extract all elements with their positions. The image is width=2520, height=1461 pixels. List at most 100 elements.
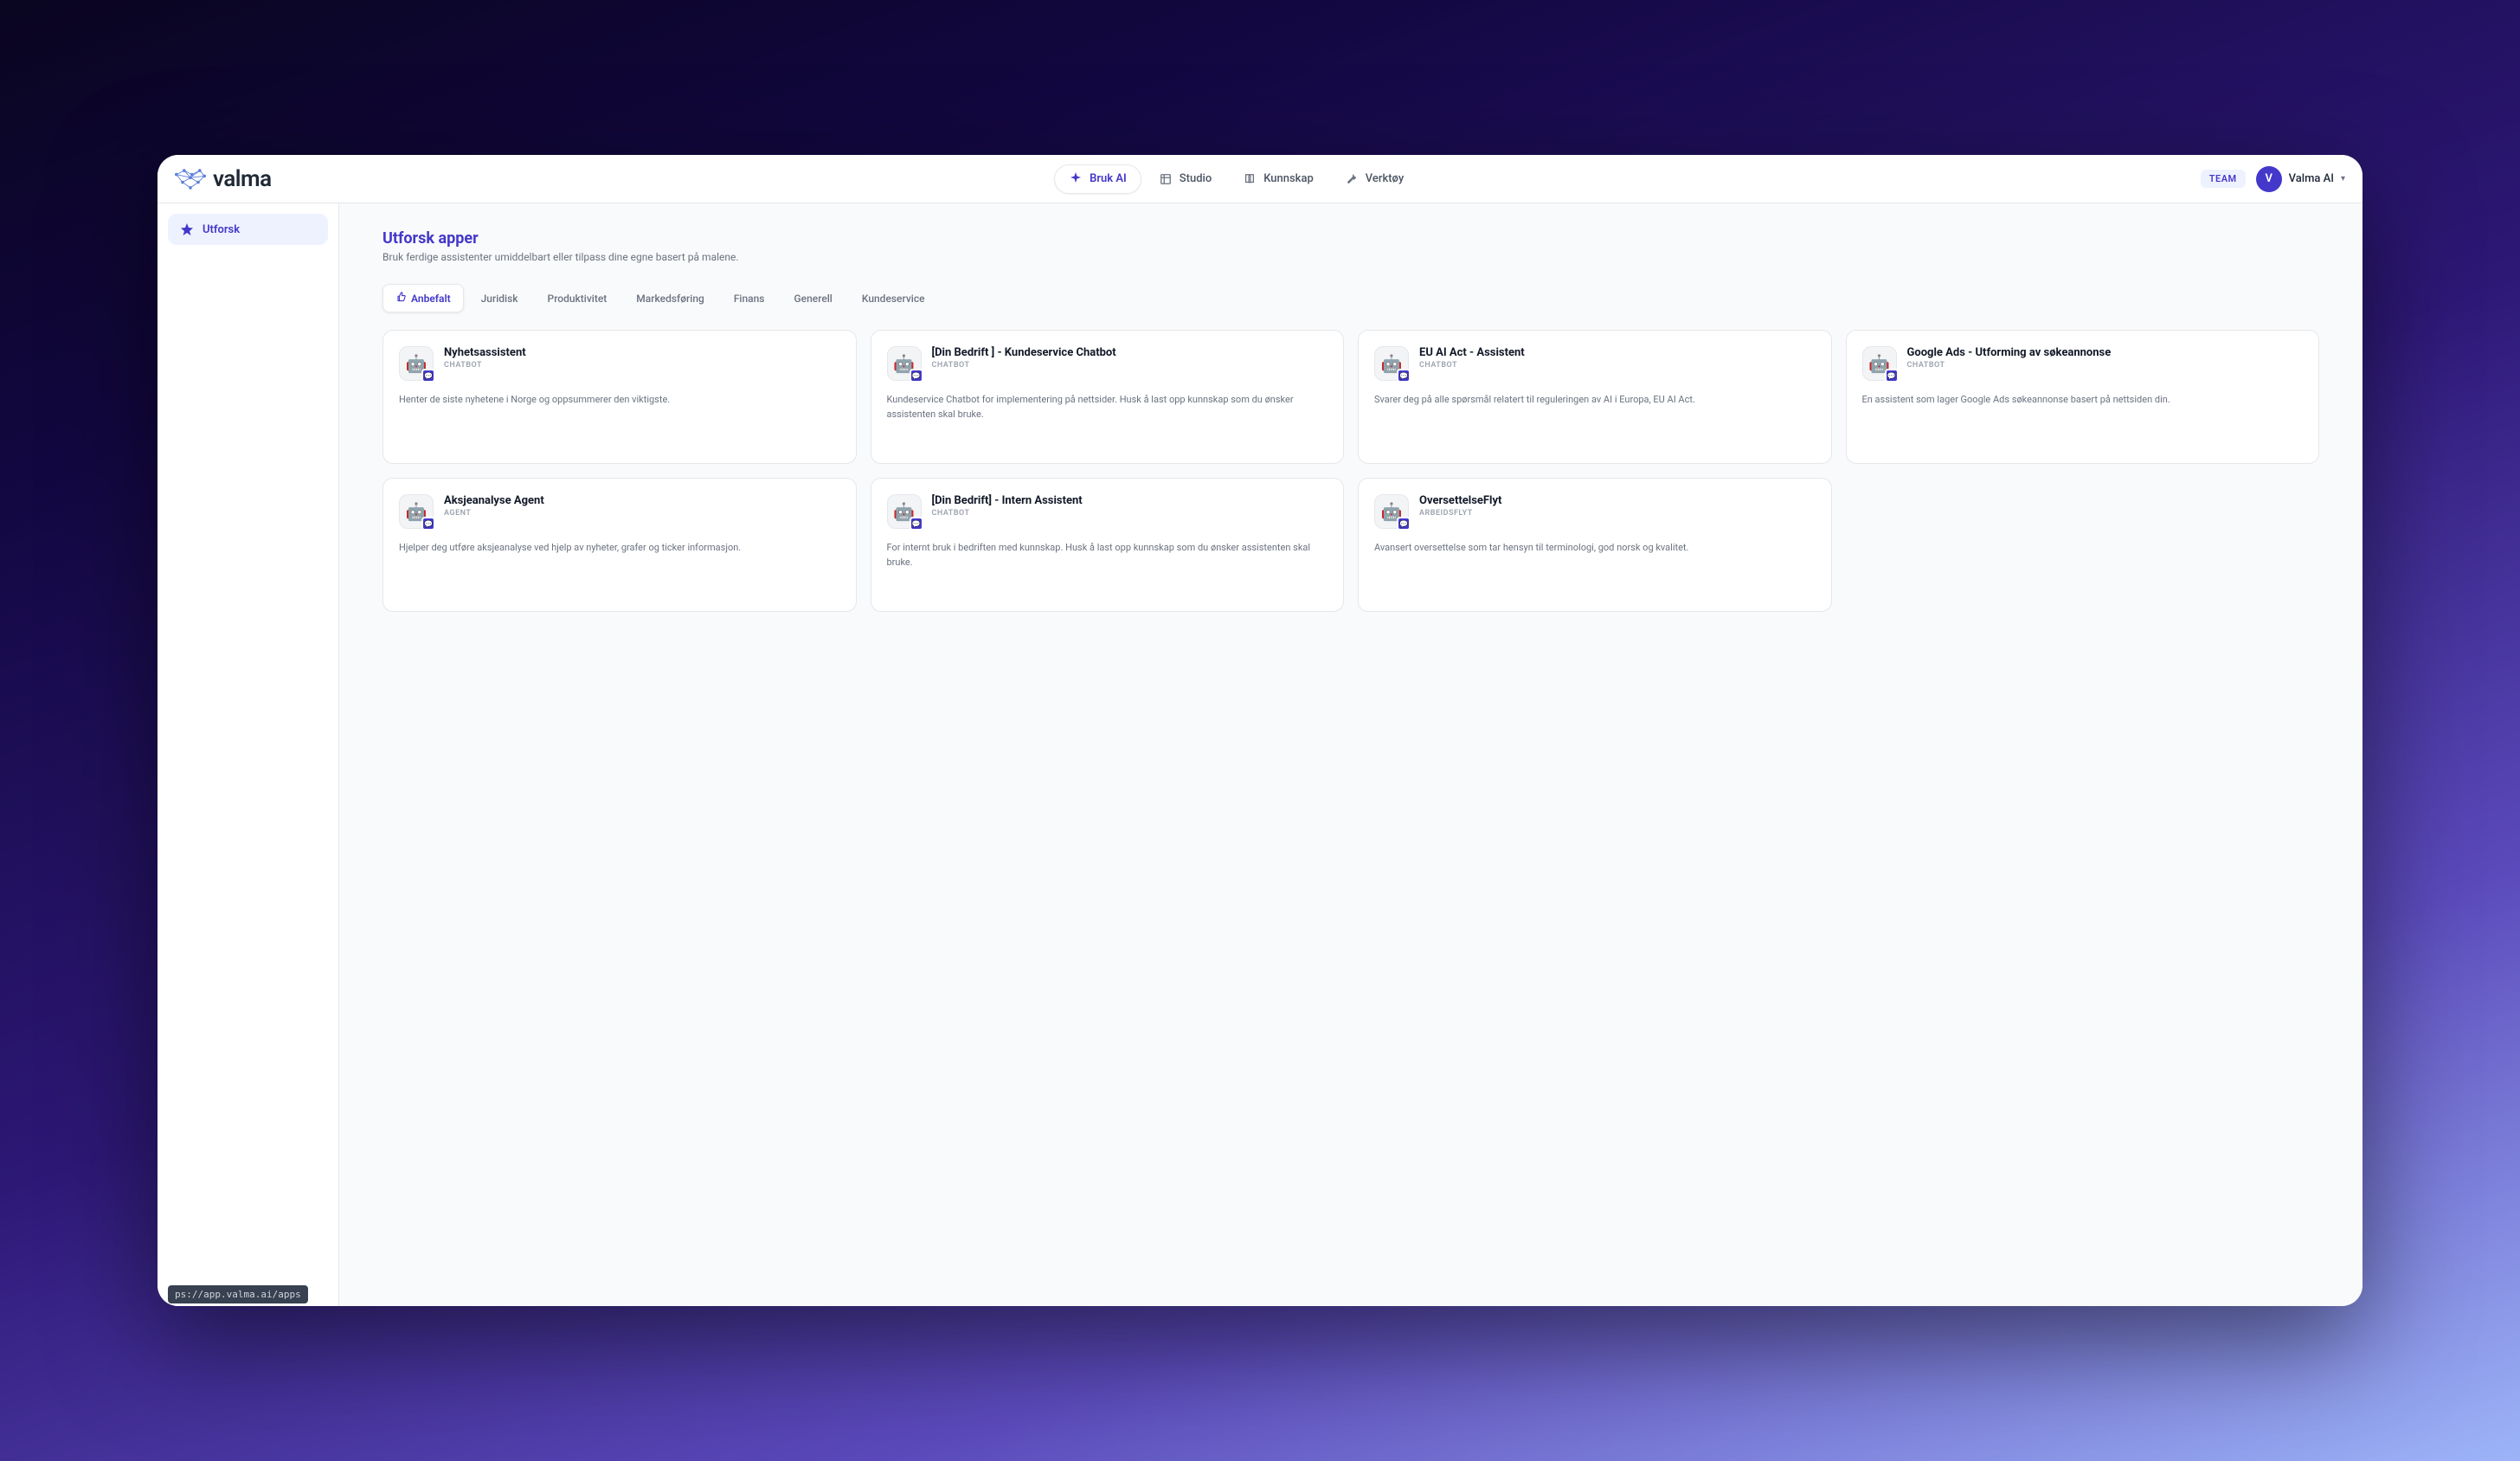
app-card[interactable]: 🤖 💬 [Din Bedrift] - Intern Assistent CHA… xyxy=(871,478,1345,612)
card-type: CHATBOT xyxy=(932,509,1328,518)
card-title: [Din Bedrift] - Intern Assistent xyxy=(932,494,1328,507)
card-titles: OversettelseFlyt ARBEIDSFLYT xyxy=(1419,494,1816,518)
card-title: [Din Bedrift ] - Kundeservice Chatbot xyxy=(932,346,1328,359)
filter-tab-kundeservice[interactable]: Kundeservice xyxy=(850,284,937,312)
sidebar: Utforsk xyxy=(158,203,339,1306)
chat-badge-icon: 💬 xyxy=(1397,517,1411,531)
book-icon xyxy=(1243,172,1257,186)
filter-label: Anbefalt xyxy=(411,293,451,305)
filter-tab-anbefalt[interactable]: Anbefalt xyxy=(382,284,464,312)
filter-tab-produktivitet[interactable]: Produktivitet xyxy=(536,284,620,312)
chat-badge-icon: 💬 xyxy=(910,517,923,531)
compass-icon xyxy=(180,222,194,236)
thumbs-up-icon xyxy=(395,292,406,305)
filter-tab-markedsforing[interactable]: Markedsføring xyxy=(624,284,717,312)
card-type: CHATBOT xyxy=(1419,361,1816,370)
card-head: 🤖 💬 Aksjeanalyse Agent AGENT xyxy=(399,494,840,529)
robot-icon: 🤖 💬 xyxy=(1862,346,1897,381)
robot-icon: 🤖 💬 xyxy=(1374,346,1409,381)
card-head: 🤖 💬 [Din Bedrift ] - Kundeservice Chatbo… xyxy=(887,346,1328,381)
sparkle-icon xyxy=(1069,172,1083,186)
user-menu[interactable]: V Valma AI ▾ xyxy=(2256,166,2345,192)
card-type: CHATBOT xyxy=(444,361,840,370)
app-grid: 🤖 💬 Nyhetsassistent CHATBOT Henter de si… xyxy=(382,330,2319,612)
nav-tabs: Bruk AI Studio Kunnskap Verktøy xyxy=(1054,164,1418,194)
robot-icon: 🤖 💬 xyxy=(887,494,922,529)
logo[interactable]: valma xyxy=(175,166,272,192)
card-head: 🤖 💬 [Din Bedrift] - Intern Assistent CHA… xyxy=(887,494,1328,529)
nav-tab-kunnskap[interactable]: Kunnskap xyxy=(1229,165,1328,193)
card-description: Henter de siste nyhetene i Norge og opps… xyxy=(399,393,840,408)
topbar: valma Bruk AI Studio Kunnskap xyxy=(158,155,2362,203)
filter-tab-juridisk[interactable]: Juridisk xyxy=(469,284,530,312)
studio-icon xyxy=(1159,172,1173,186)
card-description: Avansert oversettelse som tar hensyn til… xyxy=(1374,541,1816,556)
card-description: Svarer deg på alle spørsmål relatert til… xyxy=(1374,393,1816,408)
nav-tab-label: Kunnskap xyxy=(1263,172,1314,185)
card-titles: [Din Bedrift ] - Kundeservice Chatbot CH… xyxy=(932,346,1328,370)
app-card[interactable]: 🤖 💬 [Din Bedrift ] - Kundeservice Chatbo… xyxy=(871,330,1345,464)
robot-icon: 🤖 💬 xyxy=(399,346,434,381)
card-title: Aksjeanalyse Agent xyxy=(444,494,840,507)
chat-badge-icon: 💬 xyxy=(1885,369,1899,383)
card-description: En assistent som lager Google Ads søkean… xyxy=(1862,393,2304,408)
chat-badge-icon: 💬 xyxy=(421,517,435,531)
filter-label: Finans xyxy=(734,293,765,305)
logo-icon xyxy=(175,167,206,191)
nav-tab-label: Bruk AI xyxy=(1090,172,1127,185)
sidebar-item-utforsk[interactable]: Utforsk xyxy=(168,214,328,245)
robot-icon: 🤖 💬 xyxy=(399,494,434,529)
nav-tab-label: Verktøy xyxy=(1366,172,1405,185)
filter-tab-finans[interactable]: Finans xyxy=(722,284,777,312)
card-titles: Nyhetsassistent CHATBOT xyxy=(444,346,840,370)
main-content: Utforsk apper Bruk ferdige assistenter u… xyxy=(339,203,2362,1306)
card-description: For internt bruk i bedriften med kunnska… xyxy=(887,541,1328,570)
logo-text: valma xyxy=(213,166,272,192)
card-titles: Google Ads - Utforming av søkeannonse CH… xyxy=(1907,346,2304,370)
app-card[interactable]: 🤖 💬 OversettelseFlyt ARBEIDSFLYT Avanser… xyxy=(1358,478,1832,612)
card-type: AGENT xyxy=(444,509,840,518)
nav-tab-label: Studio xyxy=(1180,172,1212,185)
card-titles: [Din Bedrift] - Intern Assistent CHATBOT xyxy=(932,494,1328,518)
card-title: OversettelseFlyt xyxy=(1419,494,1816,507)
filter-tabs: Anbefalt Juridisk Produktivitet Markedsf… xyxy=(382,284,2319,312)
app-card[interactable]: 🤖 💬 Aksjeanalyse Agent AGENT Hjelper deg… xyxy=(382,478,857,612)
nav-tab-bruk-ai[interactable]: Bruk AI xyxy=(1054,164,1141,194)
avatar: V xyxy=(2256,166,2282,192)
user-name: Valma AI xyxy=(2289,172,2334,185)
filter-label: Markedsføring xyxy=(636,293,704,305)
filter-tab-generell[interactable]: Generell xyxy=(781,284,844,312)
nav-tab-verktoy[interactable]: Verktøy xyxy=(1331,165,1418,193)
app-card[interactable]: 🤖 💬 Nyhetsassistent CHATBOT Henter de si… xyxy=(382,330,857,464)
team-badge: TEAM xyxy=(2201,170,2246,188)
app-window: valma Bruk AI Studio Kunnskap xyxy=(158,155,2362,1306)
nav-tab-studio[interactable]: Studio xyxy=(1145,165,1225,193)
chat-badge-icon: 💬 xyxy=(421,369,435,383)
page-subtitle: Bruk ferdige assistenter umiddelbart ell… xyxy=(382,251,2319,263)
card-type: CHATBOT xyxy=(932,361,1328,370)
filter-label: Generell xyxy=(794,293,832,305)
filter-label: Juridisk xyxy=(481,293,518,305)
robot-icon: 🤖 💬 xyxy=(887,346,922,381)
card-head: 🤖 💬 Google Ads - Utforming av søkeannons… xyxy=(1862,346,2304,381)
card-title: Google Ads - Utforming av søkeannonse xyxy=(1907,346,2304,359)
filter-label: Kundeservice xyxy=(862,293,925,305)
sidebar-item-label: Utforsk xyxy=(202,223,240,236)
chat-badge-icon: 💬 xyxy=(1397,369,1411,383)
chevron-down-icon: ▾ xyxy=(2341,174,2345,183)
card-titles: Aksjeanalyse Agent AGENT xyxy=(444,494,840,518)
card-title: EU AI Act - Assistent xyxy=(1419,346,1816,359)
card-titles: EU AI Act - Assistent CHATBOT xyxy=(1419,346,1816,370)
app-card[interactable]: 🤖 💬 EU AI Act - Assistent CHATBOT Svarer… xyxy=(1358,330,1832,464)
card-type: ARBEIDSFLYT xyxy=(1419,509,1816,518)
tool-icon xyxy=(1345,172,1359,186)
body: Utforsk Utforsk apper Bruk ferdige assis… xyxy=(158,203,2362,1306)
card-head: 🤖 💬 EU AI Act - Assistent CHATBOT xyxy=(1374,346,1816,381)
card-description: Kundeservice Chatbot for implementering … xyxy=(887,393,1328,422)
card-head: 🤖 💬 Nyhetsassistent CHATBOT xyxy=(399,346,840,381)
page-title: Utforsk apper xyxy=(382,229,2319,248)
app-card[interactable]: 🤖 💬 Google Ads - Utforming av søkeannons… xyxy=(1846,330,2320,464)
card-description: Hjelper deg utføre aksjeanalyse ved hjel… xyxy=(399,541,840,556)
card-head: 🤖 💬 OversettelseFlyt ARBEIDSFLYT xyxy=(1374,494,1816,529)
chat-badge-icon: 💬 xyxy=(910,369,923,383)
